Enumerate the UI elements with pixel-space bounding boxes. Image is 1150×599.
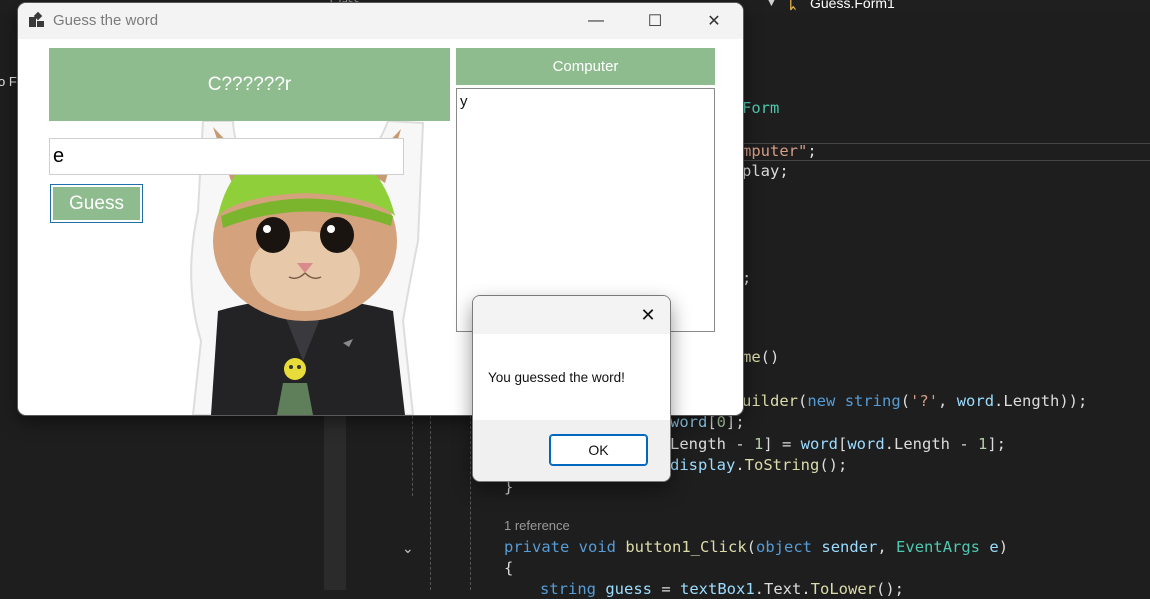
code-line: ; bbox=[742, 269, 752, 287]
code-line: { bbox=[504, 559, 514, 577]
codelens-references[interactable]: 1 reference bbox=[504, 518, 570, 533]
indent-guide bbox=[430, 416, 431, 590]
collapse-chevron-icon[interactable]: ⌄ bbox=[402, 540, 414, 557]
indent-guide bbox=[470, 416, 471, 590]
code-line: Form bbox=[742, 99, 780, 117]
ok-button[interactable]: OK bbox=[549, 434, 648, 466]
ide-scrollbar[interactable] bbox=[324, 416, 346, 590]
dialog-message: You guessed the word! bbox=[488, 370, 625, 385]
code-line: Length - 1] = word[word.Length - 1]; bbox=[670, 435, 1007, 453]
ide-class-selector[interactable]: Guess.Form1 bbox=[810, 0, 895, 11]
code-line: private void button1_Click(object sender… bbox=[504, 538, 1009, 556]
code-line: me() bbox=[742, 348, 780, 366]
close-icon: ✕ bbox=[707, 13, 721, 30]
title-bar[interactable]: Guess the word — ☐ ✕ bbox=[18, 3, 743, 39]
close-icon: ✕ bbox=[640, 304, 656, 325]
close-button[interactable]: ✕ bbox=[685, 3, 743, 39]
code-line: string guess = textBox1.Text.ToLower(); bbox=[540, 580, 904, 598]
maximize-icon: ☐ bbox=[647, 13, 663, 30]
minimize-button[interactable]: — bbox=[567, 3, 625, 39]
code-line: word[0]; bbox=[670, 413, 745, 431]
code-line: uilder(new string('?', word.Length)); bbox=[742, 392, 1088, 410]
code-line: play; bbox=[742, 162, 789, 180]
maximize-button[interactable]: ☐ bbox=[626, 3, 684, 39]
computer-label: Computer bbox=[456, 48, 715, 85]
message-box-dialog: ✕ You guessed the word! OK bbox=[473, 296, 670, 481]
minimize-icon: — bbox=[588, 12, 604, 29]
indent-guide bbox=[412, 416, 413, 496]
class-icon: ᛈ bbox=[788, 0, 798, 12]
word-display: C??????r bbox=[49, 48, 450, 121]
list-item: y bbox=[460, 93, 468, 110]
dialog-close-button[interactable]: ✕ bbox=[630, 300, 666, 330]
chevron-down-icon[interactable]: ▼ bbox=[766, 0, 777, 9]
guess-button[interactable]: Guess bbox=[50, 184, 143, 223]
app-icon bbox=[29, 11, 45, 27]
code-line: display.ToString(); bbox=[670, 456, 848, 474]
code-line: mputer"; bbox=[742, 142, 817, 160]
window-title: Guess the word bbox=[53, 12, 159, 29]
guess-input[interactable] bbox=[49, 138, 404, 175]
